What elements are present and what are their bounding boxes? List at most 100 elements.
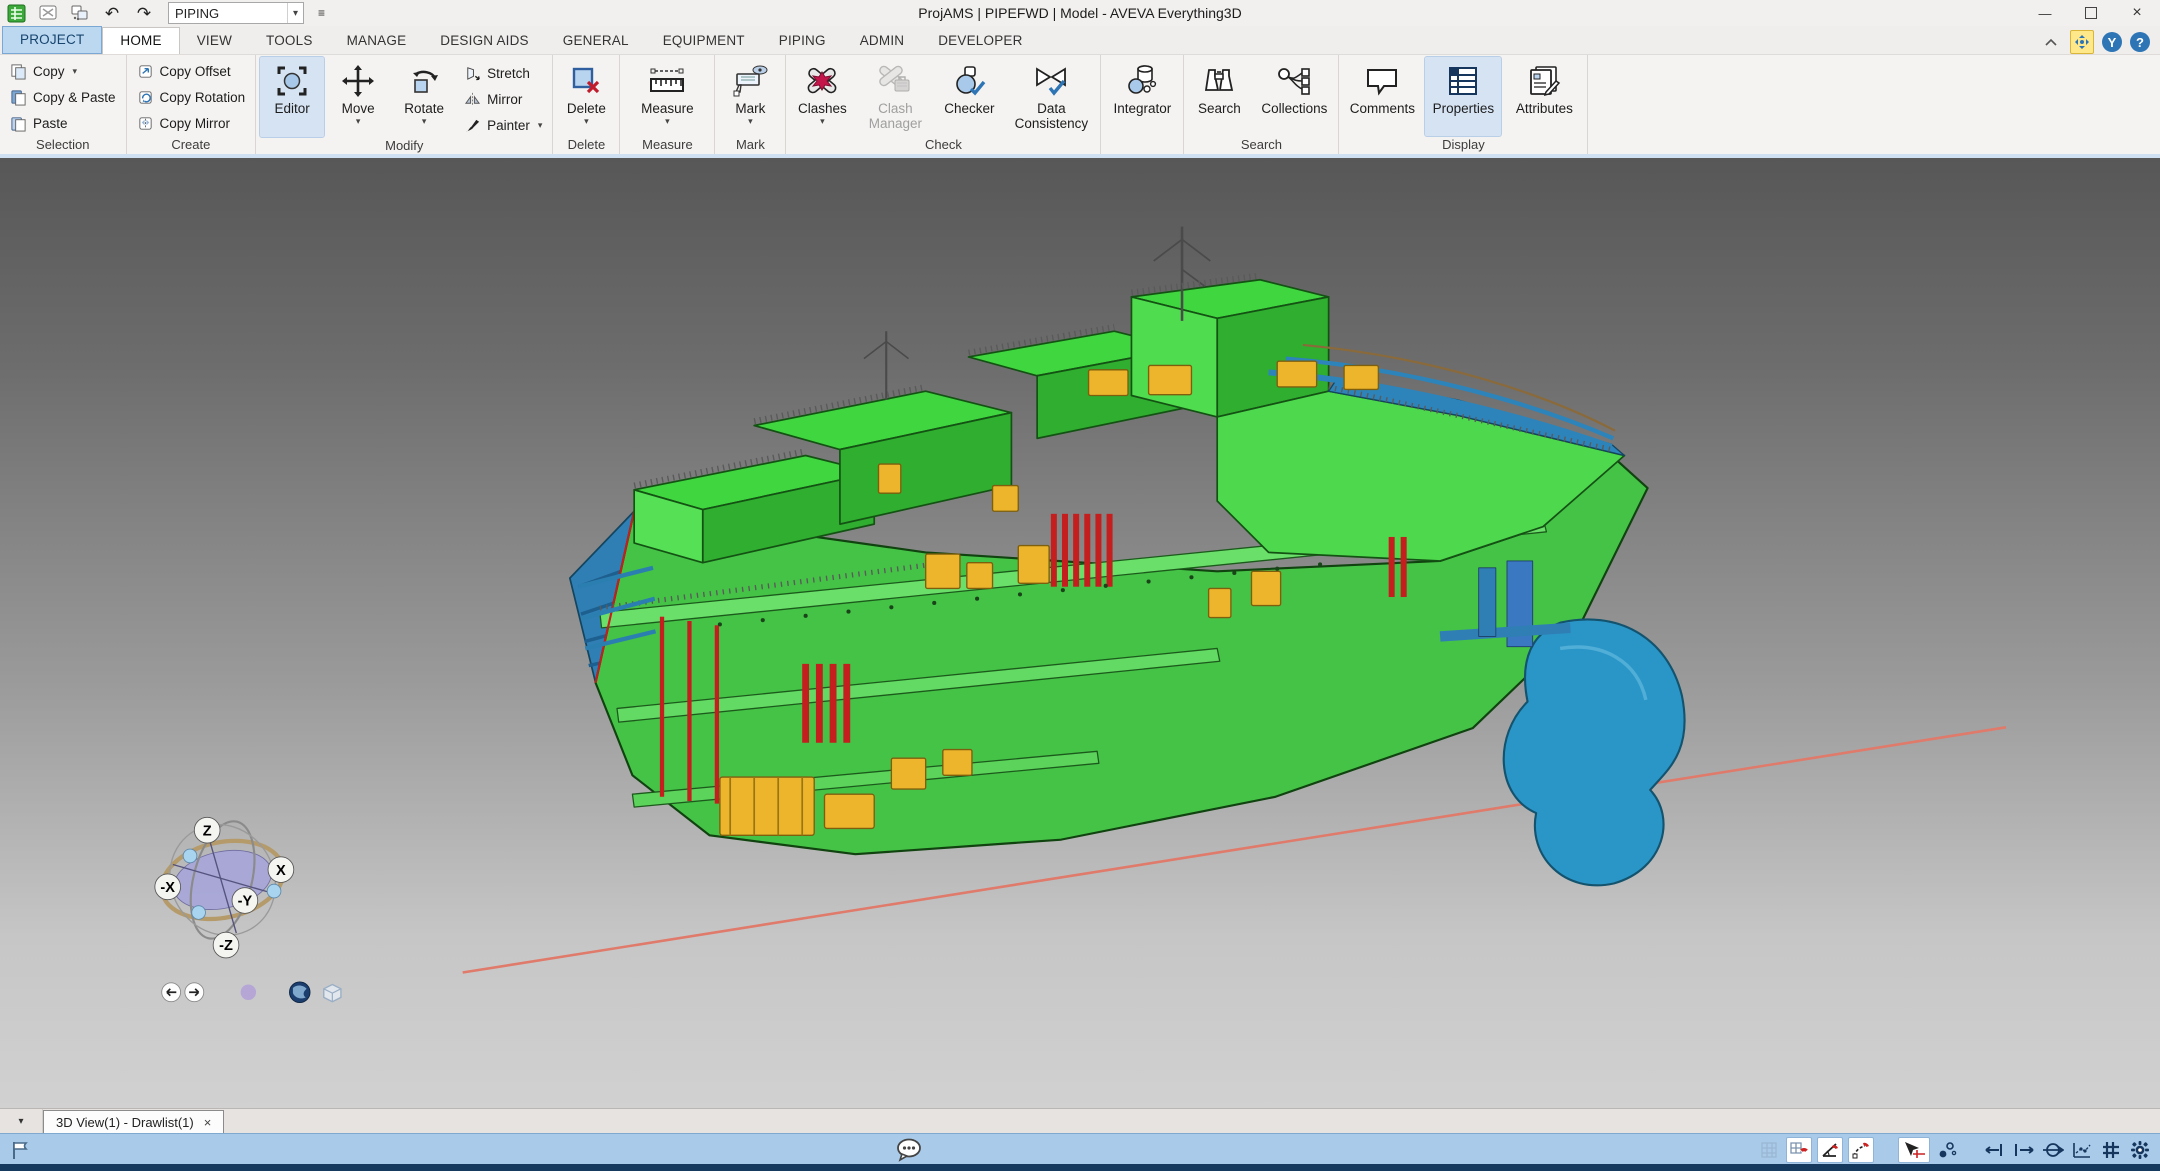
close-button[interactable]: × [2114,0,2160,26]
search-binoculars-icon [1201,64,1237,98]
mirror-button[interactable]: Mirror [458,87,548,111]
data-consistency-button[interactable]: Data Consistency [1006,57,1096,136]
move-button[interactable]: Move ▾ [326,57,390,137]
user-assist-button[interactable]: Y [2102,32,2122,52]
gizmo-axis-z[interactable]: Z [203,823,212,839]
customize-quick-access-button[interactable]: ≡ [318,6,325,20]
cube-icon[interactable] [324,985,341,1002]
grid-snap-toggle[interactable] [1786,1137,1812,1163]
window-controls: — × [2022,0,2160,26]
ribbon-group-integrator: Integrator [1101,55,1184,155]
fine-grid-toggle[interactable] [2099,1138,2123,1162]
window-bottom-strip [0,1164,2160,1171]
tab-admin[interactable]: ADMIN [843,28,922,54]
extend-left-tool[interactable] [1983,1138,2007,1162]
gizmo-axis-neg-y[interactable]: -Y [238,894,253,910]
gizmo-axis-neg-x[interactable]: -X [160,880,175,896]
gizmo-axis-x[interactable]: X [276,863,286,879]
search-button[interactable]: Search [1188,57,1250,136]
minimize-button[interactable]: — [2022,0,2068,26]
copy-rotation-button[interactable]: Copy Rotation [131,85,252,109]
tab-manage[interactable]: MANAGE [330,28,424,54]
chevron-down-icon: ▾ [584,117,589,125]
collapse-ribbon-button[interactable] [2040,31,2062,53]
extend-right-tool[interactable] [2012,1138,2036,1162]
stretch-button[interactable]: Stretch [458,61,548,85]
tab-piping[interactable]: PIPING [762,28,843,54]
view-tab-dropdown-button[interactable]: ▾ [0,1109,43,1134]
view-tab-active[interactable]: 3D View(1) - Drawlist(1) × [43,1110,224,1134]
copy-rotation-icon [137,89,154,106]
ship-model[interactable] [570,227,1685,886]
comments-icon [1364,64,1400,98]
view-dot-indicator[interactable] [241,985,256,1000]
attributes-button[interactable]: Attributes [1505,57,1583,136]
copy-button[interactable]: Copy▾ [4,59,122,83]
integrator-icon [1124,64,1160,98]
orbit-gizmo[interactable]: Z X -X -Y -Z [150,805,296,958]
angle-snap-toggle[interactable] [1817,1137,1843,1163]
clashes-button[interactable]: Clashes ▾ [790,57,854,136]
tab-project[interactable]: PROJECT [2,26,102,54]
restore-button[interactable] [2068,0,2114,26]
copy-mirror-button[interactable]: Copy Mirror [131,111,252,135]
flag-icon[interactable] [10,1139,32,1166]
clashes-icon [804,64,840,98]
tab-home[interactable]: HOME [102,27,179,55]
undo-button[interactable]: ↶ [100,2,124,24]
cursor-snap-toggle[interactable] [1898,1137,1930,1163]
app-logo-icon[interactable] [4,2,28,24]
integrator-button[interactable]: Integrator [1105,57,1179,151]
grid-display-toggle[interactable] [1757,1138,1781,1162]
navigate-mode-button[interactable] [2070,30,2094,54]
path-snap-toggle[interactable] [1848,1137,1874,1163]
help-button[interactable]: ? [2130,32,2150,52]
tab-design-aids[interactable]: DESIGN AIDS [423,28,545,54]
properties-button[interactable]: Properties [1425,57,1501,136]
tab-equipment[interactable]: EQUIPMENT [646,28,762,54]
copy-paste-icon [10,89,27,106]
comments-button[interactable]: Comments [1343,57,1421,136]
graph-points-tool[interactable] [2070,1138,2094,1162]
tab-general[interactable]: GENERAL [546,28,646,54]
tab-view[interactable]: VIEW [180,28,249,54]
chevron-down-icon: ▾ [287,3,303,23]
viewport-3d[interactable]: Z X -X -Y -Z [0,158,2160,1108]
attributes-icon [1526,64,1562,98]
chevron-down-icon: ▾ [748,117,753,125]
ribbon-group-search: Search Collections Search [1184,55,1339,155]
copy-and-paste-button[interactable]: Copy & Paste [4,85,122,109]
rotate-button[interactable]: Rotate ▾ [392,57,456,137]
delete-button[interactable]: Delete ▾ [557,57,615,136]
redo-button[interactable]: ↷ [132,2,156,24]
view-tab-close-icon[interactable]: × [204,1115,212,1130]
title-bar: ↶ ↷ PIPING ▾ ≡ ProjAMS | PIPEFWD | Model… [0,0,2160,26]
globe-icon[interactable] [289,982,310,1003]
ribbon-group-check: Clashes ▾ Clash Manager Checker Data Con… [786,55,1101,155]
copy-offset-icon [137,63,154,80]
discipline-combobox-value: PIPING [175,6,219,21]
view-tab-label: 3D View(1) - Drawlist(1) [56,1115,194,1130]
paste-button[interactable]: Paste [4,111,122,135]
move-icon [341,64,375,98]
tab-tools[interactable]: TOOLS [249,28,330,54]
editor-button[interactable]: Editor [260,57,324,137]
measure-button[interactable]: Measure ▾ [624,57,710,136]
session-icon[interactable] [68,2,92,24]
ribbon-group-mark: Mark ▾ Mark [715,55,786,155]
copy-offset-button[interactable]: Copy Offset [131,59,252,83]
painter-button[interactable]: Painter▾ [458,113,548,137]
mark-button[interactable]: Mark ▾ [719,57,781,136]
model-window-icon[interactable] [36,2,60,24]
group-label-measure: Measure [624,136,710,155]
view-history-controls [162,982,341,1003]
discipline-combobox[interactable]: PIPING ▾ [168,2,304,24]
gizmo-axis-neg-z[interactable]: -Z [219,938,233,954]
point-display-toggle[interactable] [1935,1138,1959,1162]
settings-gear-button[interactable] [2128,1138,2152,1162]
checker-button[interactable]: Checker [936,57,1002,136]
collections-button[interactable]: Collections [1254,57,1334,136]
through-point-tool[interactable] [2041,1138,2065,1162]
chevron-down-icon: ▾ [820,117,825,125]
tab-developer[interactable]: DEVELOPER [921,28,1039,54]
